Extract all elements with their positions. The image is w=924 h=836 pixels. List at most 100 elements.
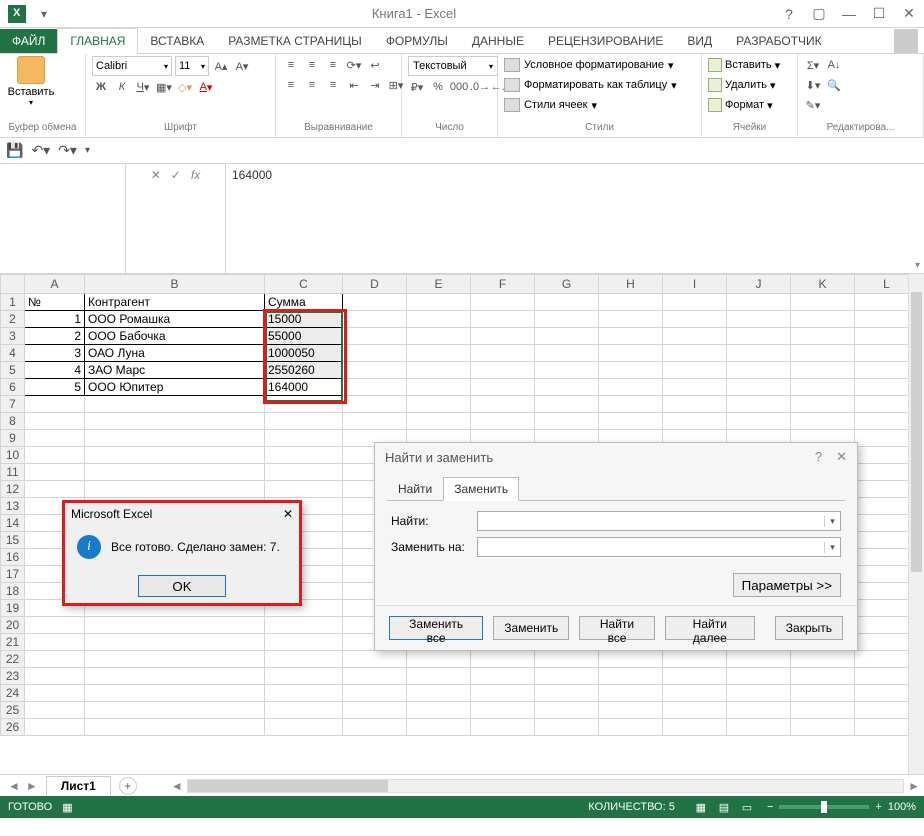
row-header[interactable]: 22 bbox=[1, 651, 25, 668]
row-header[interactable]: 20 bbox=[1, 617, 25, 634]
align-left-icon[interactable]: ≡ bbox=[282, 76, 300, 94]
formula-bar[interactable]: 164000▾ bbox=[226, 164, 924, 273]
col-header[interactable]: K bbox=[791, 275, 855, 294]
fr-tab-find[interactable]: Найти bbox=[387, 477, 443, 501]
align-mid-icon[interactable]: ≡ bbox=[303, 56, 321, 74]
font-color-button[interactable]: A▾ bbox=[197, 78, 215, 96]
comma-icon[interactable]: 000 bbox=[450, 78, 468, 96]
cell[interactable]: ОАО Луна bbox=[85, 345, 265, 362]
row-header[interactable]: 11 bbox=[1, 464, 25, 481]
row-header[interactable]: 9 bbox=[1, 430, 25, 447]
cell[interactable]: ООО Ромашка bbox=[85, 311, 265, 328]
tab-developer[interactable]: РАЗРАБОТЧИК bbox=[724, 29, 834, 53]
close-icon[interactable]: ✕ bbox=[894, 2, 924, 26]
cell[interactable]: 164000 bbox=[265, 379, 343, 396]
cell[interactable]: ЗАО Марс bbox=[85, 362, 265, 379]
increase-font-icon[interactable]: A▴ bbox=[212, 57, 230, 75]
row-header[interactable]: 8 bbox=[1, 413, 25, 430]
font-size-select[interactable]: 11▾ bbox=[175, 56, 209, 76]
cell[interactable]: 2 bbox=[25, 328, 85, 345]
horizontal-scrollbar[interactable]: ◄► bbox=[167, 779, 924, 793]
col-header[interactable]: H bbox=[599, 275, 663, 294]
autosum-icon[interactable]: Σ▾ bbox=[804, 56, 822, 74]
col-header[interactable]: I bbox=[663, 275, 727, 294]
row-header[interactable]: 6 bbox=[1, 379, 25, 396]
find-all-button[interactable]: Найти все bbox=[579, 616, 655, 640]
undo-icon[interactable]: ↶▾ bbox=[31, 142, 50, 159]
format-cells-button[interactable]: Формат▾ bbox=[708, 96, 791, 114]
tab-home[interactable]: ГЛАВНАЯ bbox=[57, 28, 138, 54]
view-normal-icon[interactable]: ▦ bbox=[691, 801, 711, 814]
cell[interactable]: 55000 bbox=[265, 328, 343, 345]
vertical-scrollbar[interactable] bbox=[908, 274, 924, 774]
dialog-close-icon[interactable]: ✕ bbox=[283, 507, 293, 521]
fill-color-button[interactable]: ◇▾ bbox=[176, 78, 194, 96]
conditional-format-button[interactable]: Условное форматирование▾ bbox=[504, 56, 695, 74]
enter-formula-icon[interactable]: ✓ bbox=[171, 168, 181, 182]
inc-decimal-icon[interactable]: .0→ bbox=[471, 78, 489, 96]
col-header[interactable]: G bbox=[535, 275, 599, 294]
cell[interactable]: Контрагент bbox=[85, 294, 265, 311]
find-dropdown-icon[interactable]: ▾ bbox=[824, 516, 840, 527]
row-header[interactable]: 17 bbox=[1, 566, 25, 583]
view-layout-icon[interactable]: ▤ bbox=[714, 801, 734, 814]
bold-button[interactable]: Ж bbox=[92, 78, 110, 96]
fr-help-icon[interactable]: ? bbox=[815, 449, 822, 465]
view-pagebreak-icon[interactable]: ▭ bbox=[737, 801, 757, 814]
fill-icon[interactable]: ⬇▾ bbox=[804, 76, 822, 94]
macro-record-icon[interactable]: ▦ bbox=[62, 801, 72, 814]
decrease-font-icon[interactable]: A▾ bbox=[233, 57, 251, 75]
cell[interactable]: 3 bbox=[25, 345, 85, 362]
orient-icon[interactable]: ⟳▾ bbox=[345, 56, 363, 74]
row-header[interactable]: 15 bbox=[1, 532, 25, 549]
sheet-nav-prev-icon[interactable]: ◄ bbox=[8, 779, 20, 793]
row-header[interactable]: 12 bbox=[1, 481, 25, 498]
row-header[interactable]: 23 bbox=[1, 668, 25, 685]
sort-icon[interactable]: A↓ bbox=[825, 56, 843, 74]
cell[interactable]: Сумма bbox=[265, 294, 343, 311]
paste-button[interactable]: Вставить▾ bbox=[6, 56, 56, 107]
tab-layout[interactable]: РАЗМЕТКА СТРАНИЦЫ bbox=[216, 29, 374, 53]
align-right-icon[interactable]: ≡ bbox=[324, 76, 342, 94]
clear-icon[interactable]: ✎▾ bbox=[804, 96, 822, 114]
currency-icon[interactable]: ₽▾ bbox=[408, 78, 426, 96]
col-header[interactable]: E bbox=[407, 275, 471, 294]
row-header[interactable]: 13 bbox=[1, 498, 25, 515]
zoom-level[interactable]: 100% bbox=[888, 801, 916, 813]
col-header[interactable]: D bbox=[343, 275, 407, 294]
row-header[interactable]: 1 bbox=[1, 294, 25, 311]
save-icon[interactable]: 💾 bbox=[6, 142, 23, 159]
underline-button[interactable]: Ч▾ bbox=[134, 78, 152, 96]
row-header[interactable]: 24 bbox=[1, 685, 25, 702]
zoom-in-icon[interactable]: + bbox=[875, 801, 881, 813]
tab-view[interactable]: ВИД bbox=[675, 29, 724, 53]
row-header[interactable]: 25 bbox=[1, 702, 25, 719]
fr-tab-replace[interactable]: Заменить bbox=[443, 477, 519, 501]
sheet-tab[interactable]: Лист1 bbox=[46, 776, 111, 795]
user-avatar[interactable] bbox=[894, 29, 918, 53]
select-all-corner[interactable] bbox=[1, 275, 25, 294]
number-format-select[interactable]: Текстовый▾ bbox=[408, 56, 498, 76]
cell[interactable]: 5 bbox=[25, 379, 85, 396]
row-header[interactable]: 18 bbox=[1, 583, 25, 600]
replace-button[interactable]: Заменить bbox=[493, 616, 569, 640]
expand-formula-bar-icon[interactable]: ▾ bbox=[915, 260, 920, 271]
row-header[interactable]: 14 bbox=[1, 515, 25, 532]
tab-formulas[interactable]: ФОРМУЛЫ bbox=[374, 29, 460, 53]
row-header[interactable]: 2 bbox=[1, 311, 25, 328]
row-header[interactable]: 21 bbox=[1, 634, 25, 651]
cell[interactable]: 4 bbox=[25, 362, 85, 379]
fx-icon[interactable]: fx bbox=[191, 168, 200, 182]
indent-dec-icon[interactable]: ⇤ bbox=[345, 76, 363, 94]
params-button[interactable]: Параметры >> bbox=[733, 573, 841, 597]
percent-icon[interactable]: % bbox=[429, 78, 447, 96]
find-next-button[interactable]: Найти далее bbox=[665, 616, 755, 640]
col-header[interactable]: B bbox=[85, 275, 265, 294]
cell[interactable]: 2550260 bbox=[265, 362, 343, 379]
ribbon-toggle-icon[interactable]: ▢ bbox=[804, 2, 834, 26]
italic-button[interactable]: К bbox=[113, 78, 131, 96]
cell[interactable]: 15000 bbox=[265, 311, 343, 328]
tab-review[interactable]: РЕЦЕНЗИРОВАНИЕ bbox=[536, 29, 675, 53]
row-header[interactable]: 16 bbox=[1, 549, 25, 566]
maximize-icon[interactable]: ☐ bbox=[864, 2, 894, 26]
